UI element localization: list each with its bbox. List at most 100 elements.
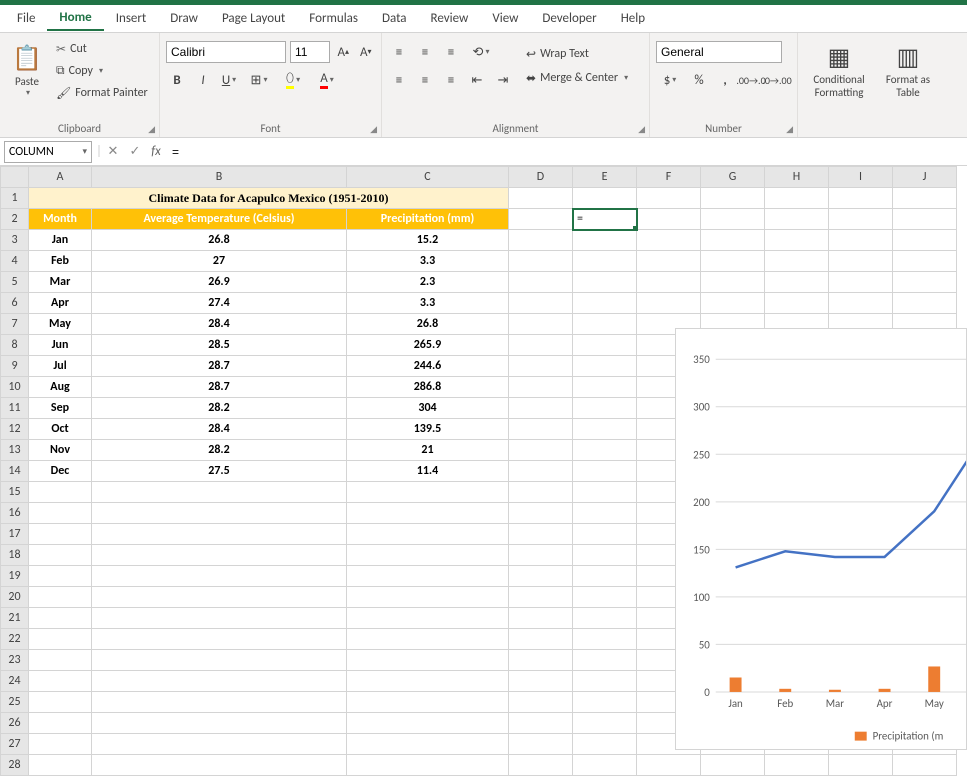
font-color-button[interactable]: A▾: [312, 69, 342, 91]
cell[interactable]: [509, 503, 573, 524]
cell[interactable]: [29, 608, 92, 629]
cell[interactable]: [893, 230, 957, 251]
cell[interactable]: [509, 650, 573, 671]
row-header[interactable]: 27: [1, 734, 29, 755]
row-header[interactable]: 20: [1, 587, 29, 608]
cell-temp[interactable]: 28.5: [92, 335, 347, 356]
number-format-select[interactable]: [656, 41, 782, 63]
cell[interactable]: [509, 713, 573, 734]
cell[interactable]: [765, 209, 829, 230]
row-header[interactable]: 21: [1, 608, 29, 629]
col-header[interactable]: I: [829, 167, 893, 188]
cell[interactable]: [29, 587, 92, 608]
dialog-launcher-icon[interactable]: ◢: [638, 124, 645, 135]
tab-draw[interactable]: Draw: [158, 7, 210, 30]
cell[interactable]: [509, 461, 573, 482]
cell[interactable]: [573, 482, 637, 503]
cell[interactable]: [893, 755, 957, 776]
cell-precip[interactable]: 265.9: [347, 335, 509, 356]
cell-precip[interactable]: 15.2: [347, 230, 509, 251]
header-month[interactable]: Month: [29, 209, 92, 230]
format-painter-button[interactable]: 🖌 Format Painter: [52, 83, 152, 103]
enter-formula-button[interactable]: ✓: [124, 144, 146, 159]
cell-month[interactable]: Oct: [29, 419, 92, 440]
col-header[interactable]: F: [637, 167, 701, 188]
row-header[interactable]: 5: [1, 272, 29, 293]
cell[interactable]: [347, 755, 509, 776]
tab-help[interactable]: Help: [609, 7, 657, 30]
cell[interactable]: [573, 608, 637, 629]
cell[interactable]: [573, 545, 637, 566]
cell[interactable]: [893, 272, 957, 293]
cell[interactable]: [573, 503, 637, 524]
cell[interactable]: [637, 272, 701, 293]
cell-temp[interactable]: 28.4: [92, 419, 347, 440]
cell[interactable]: [29, 671, 92, 692]
increase-decimal-button[interactable]: .00→.0: [740, 69, 762, 91]
tab-file[interactable]: File: [5, 7, 47, 30]
cell[interactable]: [573, 440, 637, 461]
cell[interactable]: [29, 755, 92, 776]
cell[interactable]: [29, 524, 92, 545]
cell[interactable]: [637, 755, 701, 776]
cell[interactable]: [829, 209, 893, 230]
cell[interactable]: [509, 419, 573, 440]
cell[interactable]: [701, 230, 765, 251]
cell[interactable]: [509, 566, 573, 587]
cell[interactable]: [509, 482, 573, 503]
cell[interactable]: [92, 545, 347, 566]
cell[interactable]: [29, 734, 92, 755]
tab-developer[interactable]: Developer: [530, 7, 608, 30]
cell[interactable]: [893, 188, 957, 209]
cell-temp[interactable]: 27.5: [92, 461, 347, 482]
decrease-decimal-button[interactable]: .0→.00: [766, 69, 788, 91]
cell[interactable]: [893, 209, 957, 230]
row-header[interactable]: 4: [1, 251, 29, 272]
cell-temp[interactable]: 28.2: [92, 440, 347, 461]
row-header[interactable]: 9: [1, 356, 29, 377]
cell-month[interactable]: Jun: [29, 335, 92, 356]
cell-temp[interactable]: 28.7: [92, 356, 347, 377]
dialog-launcher-icon[interactable]: ◢: [786, 124, 793, 135]
cell[interactable]: [92, 713, 347, 734]
dialog-launcher-icon[interactable]: ◢: [148, 124, 155, 135]
decrease-font-button[interactable]: A▾: [357, 41, 376, 63]
cell[interactable]: [92, 608, 347, 629]
cell[interactable]: [29, 545, 92, 566]
fill-handle[interactable]: [633, 226, 637, 230]
tab-data[interactable]: Data: [370, 7, 419, 30]
cell[interactable]: [573, 713, 637, 734]
cell[interactable]: [637, 251, 701, 272]
fill-color-button[interactable]: ⬯▾: [278, 69, 308, 91]
cell-month[interactable]: Apr: [29, 293, 92, 314]
italic-button[interactable]: I: [192, 69, 214, 91]
cell-month[interactable]: Nov: [29, 440, 92, 461]
cell-month[interactable]: Mar: [29, 272, 92, 293]
cell-temp[interactable]: 28.7: [92, 377, 347, 398]
cell[interactable]: [829, 251, 893, 272]
row-header[interactable]: 11: [1, 398, 29, 419]
row-header[interactable]: 24: [1, 671, 29, 692]
align-left-button[interactable]: ≡: [388, 69, 410, 91]
cell-precip[interactable]: 304: [347, 398, 509, 419]
cell[interactable]: [765, 251, 829, 272]
cell[interactable]: [573, 629, 637, 650]
cell-precip[interactable]: 3.3: [347, 293, 509, 314]
cell[interactable]: [509, 230, 573, 251]
cell[interactable]: [29, 566, 92, 587]
cell[interactable]: [347, 671, 509, 692]
cell[interactable]: [509, 293, 573, 314]
cell[interactable]: [92, 629, 347, 650]
cell-temp[interactable]: 26.9: [92, 272, 347, 293]
cell-month[interactable]: Aug: [29, 377, 92, 398]
cell[interactable]: [509, 377, 573, 398]
cell[interactable]: [701, 251, 765, 272]
tab-page-layout[interactable]: Page Layout: [210, 7, 297, 30]
cell[interactable]: [637, 209, 701, 230]
cell[interactable]: [765, 293, 829, 314]
copy-button[interactable]: ⧉ Copy ▾: [52, 61, 152, 81]
cell-temp[interactable]: 28.4: [92, 314, 347, 335]
cell-precip[interactable]: 2.3: [347, 272, 509, 293]
cell[interactable]: [509, 440, 573, 461]
active-cell[interactable]: =: [573, 209, 637, 230]
